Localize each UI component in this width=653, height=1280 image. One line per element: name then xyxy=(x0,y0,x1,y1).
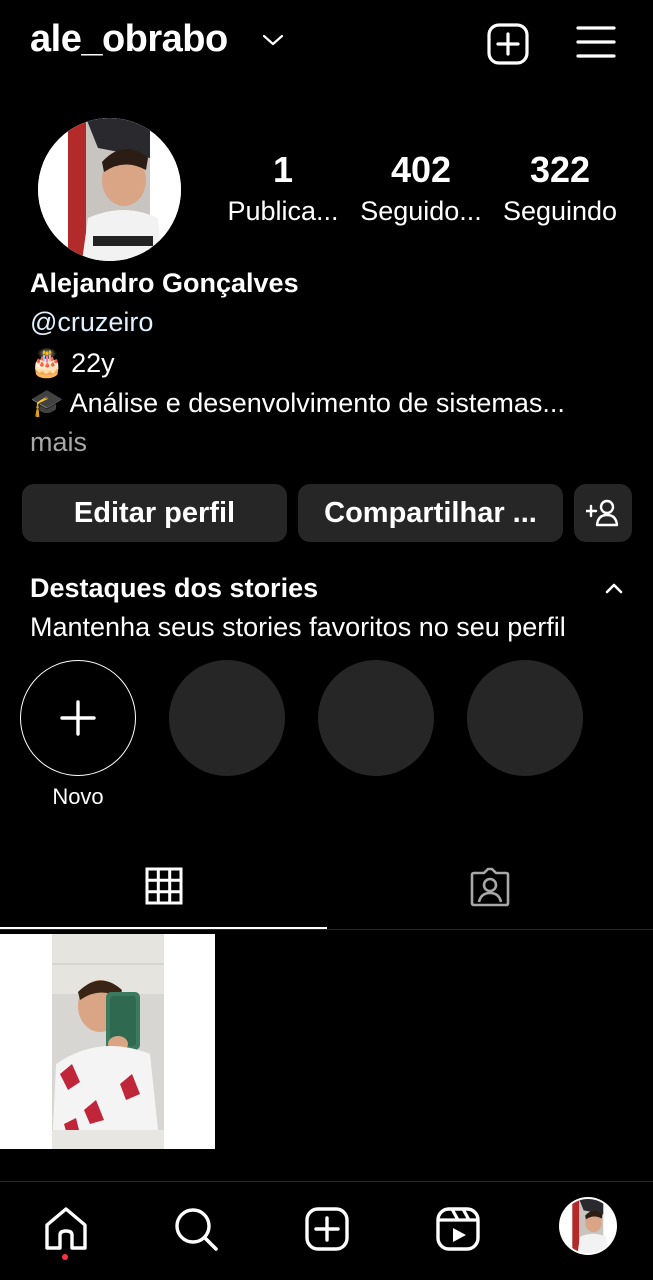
nav-profile-avatar[interactable] xyxy=(561,1199,615,1253)
nav-create[interactable] xyxy=(302,1204,352,1254)
stat-following-label: Seguindo xyxy=(502,196,618,226)
highlight-placeholder xyxy=(169,660,285,776)
post-thumbnail[interactable] xyxy=(0,934,215,1149)
cake-icon: 🎂 xyxy=(30,348,64,378)
bio-more-link[interactable]: mais xyxy=(30,427,87,458)
stat-posts[interactable]: 1 Publica... xyxy=(218,148,348,228)
nav-search[interactable] xyxy=(171,1204,221,1254)
nav-reels[interactable] xyxy=(433,1204,483,1254)
add-person-icon xyxy=(586,499,619,527)
highlights-subtitle: Mantenha seus stories favoritos no seu p… xyxy=(30,612,566,642)
search-icon xyxy=(175,1208,218,1251)
bio-line: 🎓 Análise e desenvolvimento de sistemas.… xyxy=(30,387,565,419)
plus-icon xyxy=(60,700,96,736)
stat-following[interactable]: 322 Seguindo xyxy=(495,148,625,228)
nav-home[interactable] xyxy=(41,1204,91,1254)
create-post-icon[interactable] xyxy=(486,22,530,66)
stat-followers[interactable]: 402 Seguido... xyxy=(356,148,486,228)
stat-followers-label: Seguido... xyxy=(360,196,482,226)
discover-people-button[interactable] xyxy=(574,484,632,542)
stat-posts-value: 1 xyxy=(272,149,294,190)
bottom-navigation xyxy=(0,1181,653,1280)
post-photo xyxy=(0,934,215,1149)
tab-posts-grid[interactable] xyxy=(0,855,327,930)
reels-icon xyxy=(436,1207,480,1251)
highlights-title: Destaques dos stories xyxy=(30,573,319,603)
stat-following-value: 322 xyxy=(529,149,591,190)
highlight-placeholder xyxy=(318,660,434,776)
grid-icon xyxy=(145,867,183,905)
add-post-icon xyxy=(305,1207,349,1251)
new-highlight-button[interactable] xyxy=(20,660,136,776)
stat-posts-label: Publica... xyxy=(227,196,339,226)
profile-handle-link[interactable]: @cruzeiro xyxy=(30,307,153,338)
highlight-placeholder xyxy=(467,660,583,776)
share-profile-button[interactable]: Compartilhar ... xyxy=(298,484,563,542)
tab-tagged[interactable] xyxy=(327,855,653,930)
stat-followers-value: 402 xyxy=(390,149,452,190)
tagged-person-icon xyxy=(470,867,510,907)
profile-photo-small xyxy=(561,1199,615,1253)
divider xyxy=(0,929,653,930)
top-bar: ale_obrabo xyxy=(0,0,653,90)
profile-avatar[interactable] xyxy=(38,118,181,261)
edit-profile-button[interactable]: Editar perfil xyxy=(22,484,287,542)
profile-screen: ale_obrabo 1 Publica... 402 Seguido... 3… xyxy=(0,0,653,1280)
home-icon xyxy=(45,1207,87,1250)
profile-name: Alejandro Gonçalves xyxy=(30,268,299,298)
chevron-up-icon[interactable] xyxy=(604,582,624,594)
bio-line: 🎂 22y xyxy=(30,347,115,379)
chevron-down-icon[interactable] xyxy=(262,33,284,47)
profile-photo xyxy=(38,118,181,261)
bio-text: 22y xyxy=(71,348,115,378)
menu-icon[interactable] xyxy=(576,24,616,60)
new-highlight-label: Novo xyxy=(52,784,104,809)
bio-text: Análise e desenvolvimento de sistemas... xyxy=(69,388,565,418)
graduation-cap-icon: 🎓 xyxy=(30,388,64,418)
notification-dot xyxy=(62,1254,68,1260)
username-switcher[interactable]: ale_obrabo xyxy=(30,18,228,61)
